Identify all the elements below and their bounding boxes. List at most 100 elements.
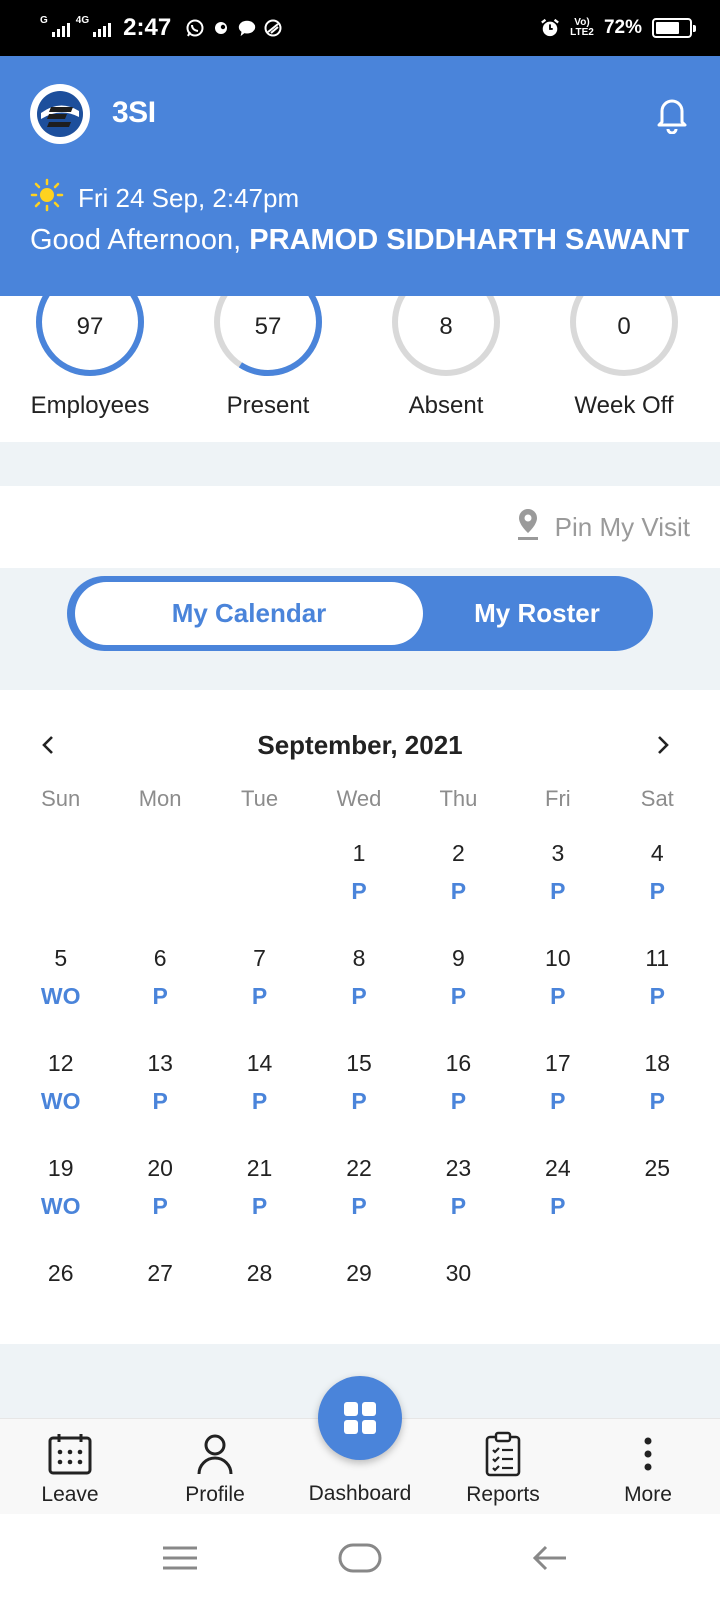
day-number: 12 (47, 1050, 74, 1076)
attendance-status: P (450, 878, 467, 904)
pin-my-visit-button[interactable]: Pin My Visit (0, 486, 720, 568)
home-button[interactable] (338, 1538, 382, 1578)
attendance-status: P (251, 1193, 268, 1219)
stat-present[interactable]: 57 Present (188, 296, 348, 420)
attendance-status: P (450, 1193, 467, 1219)
attendance-status: P (550, 983, 566, 1009)
day-number: 2 (452, 840, 465, 866)
calendar-day-14[interactable]: 14 P (210, 1040, 309, 1145)
calendar-day-22[interactable]: 22 P (309, 1145, 408, 1250)
notification-bell-icon[interactable] (654, 94, 690, 135)
nav-profile[interactable]: Profile (155, 1429, 275, 1507)
company-logo[interactable] (30, 84, 90, 144)
home-pill-icon (338, 1543, 382, 1573)
nav-dashboard-label: Dashboard (308, 1482, 412, 1505)
week-off-label: Week Off (574, 392, 674, 419)
calendar-day-17[interactable]: 17 P (508, 1040, 607, 1145)
attendance-status: P (251, 1088, 268, 1114)
greeting-text: Good Afternoon, (30, 224, 242, 256)
calendar-day-8[interactable]: 8P (309, 935, 408, 1040)
calendar-day-12[interactable]: 12 WO (11, 1040, 110, 1145)
attendance-status (608, 1298, 707, 1326)
alarm-icon (540, 18, 560, 38)
day-number: 28 (246, 1260, 273, 1286)
chevron-right-icon (658, 736, 669, 754)
calendar-day-21[interactable]: 21 P (210, 1145, 309, 1250)
day-number: 9 (452, 945, 465, 971)
calendar-day-23[interactable]: 23 P (409, 1145, 508, 1250)
calendar-day-28[interactable]: 28 (210, 1250, 309, 1355)
calendar-day-19[interactable]: 19 WO (11, 1145, 110, 1250)
attendance-status (110, 878, 209, 906)
calendar-day-16[interactable]: 16 P (409, 1040, 508, 1145)
nav-leave[interactable]: Leave (10, 1429, 130, 1507)
day-number: 19 (47, 1155, 74, 1181)
calendar-day-29[interactable]: 29 (309, 1250, 408, 1355)
calendar-day-2[interactable]: 2P (409, 830, 508, 935)
attendance-status: P (152, 983, 168, 1009)
date-time-row: Fri 24 Sep, 2:47pm (30, 178, 299, 219)
calendar-day-5[interactable]: 5 WO (11, 935, 110, 1040)
employees-count: 97 (77, 313, 104, 340)
next-month-button[interactable] (648, 730, 678, 760)
tab-my-roster[interactable]: My Roster (427, 582, 647, 645)
person-icon (155, 1429, 275, 1479)
back-button[interactable] (528, 1538, 572, 1578)
attendance-status: P (649, 983, 665, 1009)
attendance-status: P (351, 878, 367, 904)
calendar-day-10[interactable]: 10 P (508, 935, 607, 1040)
calendar-day-13[interactable]: 13 P (110, 1040, 209, 1145)
previous-month-button[interactable] (33, 730, 63, 760)
day-number: 27 (147, 1260, 173, 1286)
app-title: 3SI (112, 96, 156, 129)
attendance-status: P (251, 983, 268, 1009)
calendar-day-18[interactable]: 18 P (608, 1040, 707, 1145)
sun-icon (30, 178, 64, 219)
attendance-status: P (450, 983, 467, 1009)
calendar-day-4[interactable]: 4P (608, 830, 707, 935)
calendar-day-30[interactable]: 30 (409, 1250, 508, 1355)
attendance-status: P (152, 1193, 168, 1219)
calendar-day-1[interactable]: 1P (309, 830, 408, 935)
day-number: 30 (445, 1260, 472, 1286)
tab-my-calendar[interactable]: My Calendar (75, 582, 423, 645)
attendance-status: P (351, 1088, 367, 1114)
calendar-day-20[interactable]: 20 P (110, 1145, 209, 1250)
absent-count: 8 (439, 313, 452, 340)
calendar-day-11[interactable]: 11 P (608, 935, 707, 1040)
system-navigation-bar (0, 1514, 720, 1600)
network-type-2: 4G (75, 14, 90, 26)
recent-apps-button[interactable] (158, 1538, 202, 1578)
stat-week-off[interactable]: 0 Week Off (544, 296, 704, 420)
calendar-day-27[interactable]: 27 (110, 1250, 209, 1355)
calendar-day-7[interactable]: 7P (210, 935, 309, 1040)
menu-lines-icon (163, 1546, 197, 1570)
calendar-empty-cell (608, 1250, 707, 1355)
day-number (508, 1260, 607, 1290)
status-bar: G 4G 2:47 Vo) LTE2 72% (0, 0, 720, 56)
attendance-status (11, 878, 110, 906)
day-number (11, 840, 110, 870)
calendar-day-9[interactable]: 9P (409, 935, 508, 1040)
signal-icon-2 (93, 19, 112, 37)
calendar-day-3[interactable]: 3P (508, 830, 607, 935)
calendar-day-24[interactable]: 24 P (508, 1145, 607, 1250)
attendance-status (110, 1298, 209, 1326)
calendar-day-25[interactable]: 25 (608, 1145, 707, 1250)
day-number: 15 (346, 1050, 372, 1076)
dashboard-button[interactable] (318, 1376, 402, 1460)
nav-more[interactable]: More (588, 1429, 708, 1507)
nav-reports[interactable]: Reports (443, 1429, 563, 1507)
day-number: 14 (246, 1050, 273, 1076)
absent-label: Absent (408, 392, 484, 419)
calendar-day-26[interactable]: 26 (11, 1250, 110, 1355)
data-saver-icon (263, 18, 283, 38)
calendar-day-6[interactable]: 6P (110, 935, 209, 1040)
calendar-day-15[interactable]: 15 P (309, 1040, 408, 1145)
calendar-week-row: 5 WO 6 P 7 P 8 P 9 P 10 P 11 P (11, 935, 707, 1040)
calendar-week-row: 12 WO 13 P 14 P 15 P 16 P 17 P 18 P (11, 1040, 707, 1145)
day-number: 10 (545, 945, 571, 971)
signal-icon (51, 19, 70, 37)
stat-employees[interactable]: 97 Employees (10, 296, 170, 420)
stat-absent[interactable]: 8 Absent (366, 296, 526, 420)
